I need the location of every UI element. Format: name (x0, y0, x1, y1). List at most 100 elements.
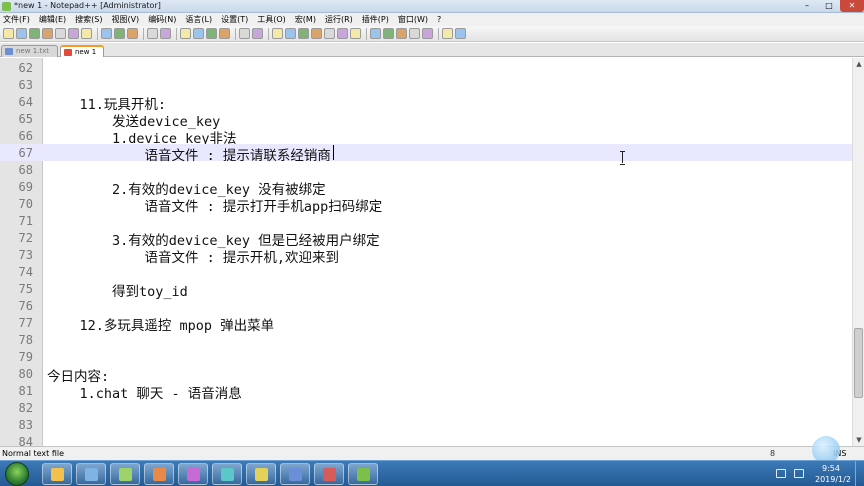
line-number: 76 (18, 299, 33, 313)
editor-line[interactable]: 68 (0, 161, 852, 178)
editor-line[interactable]: 84 (0, 433, 852, 446)
clock-date[interactable]: 2019/1/2 (815, 475, 851, 484)
menu-run[interactable]: 运行(R) (325, 14, 353, 25)
save-all-icon[interactable] (42, 28, 53, 39)
taskbar-app-5[interactable] (178, 463, 208, 485)
app-icon (255, 468, 268, 481)
menu-view[interactable]: 视图(V) (111, 14, 139, 25)
scroll-down-icon[interactable]: ▼ (853, 434, 864, 446)
open-file-icon[interactable] (16, 28, 27, 39)
udl-icon[interactable] (311, 28, 322, 39)
tab-label: new 1 (75, 48, 97, 56)
menu-encoding[interactable]: 编码(N) (148, 14, 176, 25)
editor-line[interactable]: 74 (0, 263, 852, 280)
editor-line[interactable]: 82 (0, 399, 852, 416)
scrollbar-thumb[interactable] (854, 328, 863, 398)
scroll-up-icon[interactable]: ▲ (853, 58, 864, 70)
cut-icon[interactable] (101, 28, 112, 39)
close-icon[interactable] (55, 28, 66, 39)
tab-new-1-txt[interactable]: new 1.txt (1, 45, 58, 57)
editor-line[interactable]: 80 今日内容: (0, 365, 852, 385)
menu-help[interactable]: ? (437, 15, 441, 24)
taskbar-app-9[interactable] (314, 463, 344, 485)
maximize-button[interactable]: □ (818, 0, 840, 12)
folder-icon[interactable] (350, 28, 361, 39)
taskbar-app-6[interactable] (212, 463, 242, 485)
editor-line[interactable]: 75 得到toy_id (0, 280, 852, 300)
line-number: 78 (18, 333, 33, 347)
volume-icon[interactable] (794, 469, 804, 478)
editor-line[interactable]: 66 1.device_key非法 (0, 127, 852, 147)
editor-line[interactable]: 69 2.有效的device_key 没有被绑定 (0, 178, 852, 198)
zoom-out-icon[interactable] (219, 28, 230, 39)
taskbar-app-4[interactable] (144, 463, 174, 485)
replace-icon[interactable] (193, 28, 204, 39)
editor-line[interactable]: 76 (0, 297, 852, 314)
redo-icon[interactable] (160, 28, 171, 39)
editor-line[interactable]: 63 (0, 76, 852, 93)
menu-macro[interactable]: 宏(M) (295, 14, 316, 25)
editor-line[interactable]: 65 发送device_key (0, 110, 852, 130)
taskbar-app-7[interactable] (246, 463, 276, 485)
editor-line[interactable]: 72 3.有效的device_key 但是已经被用户绑定 (0, 229, 852, 249)
paste-icon[interactable] (127, 28, 138, 39)
menu-language[interactable]: 语言(L) (185, 14, 212, 25)
taskbar-explorer[interactable] (42, 463, 72, 485)
new-file-icon[interactable] (3, 28, 14, 39)
editor-line[interactable]: 83 (0, 416, 852, 433)
taskbar-app-8[interactable] (280, 463, 310, 485)
vertical-scrollbar[interactable]: ▲ ▼ (852, 58, 864, 446)
menu-plugins[interactable]: 插件(P) (362, 14, 389, 25)
menu-search[interactable]: 搜索(S) (75, 14, 102, 25)
taskbar-notepadpp[interactable] (348, 463, 378, 485)
editor-line[interactable]: 78 (0, 331, 852, 348)
menu-settings[interactable]: 设置(T) (221, 14, 248, 25)
network-icon[interactable] (776, 469, 786, 478)
editor-line[interactable]: 71 (0, 212, 852, 229)
save-macro-icon[interactable] (442, 28, 453, 39)
function-list-icon[interactable] (337, 28, 348, 39)
zoom-in-icon[interactable] (206, 28, 217, 39)
stop-icon[interactable] (396, 28, 407, 39)
menu-tools[interactable]: 工具(O) (257, 14, 286, 25)
taskbar-app-3[interactable] (110, 463, 140, 485)
taskbar-app-2[interactable] (76, 463, 106, 485)
menu-window[interactable]: 窗口(W) (398, 14, 428, 25)
line-number: 63 (18, 78, 33, 92)
minimize-button[interactable]: – (796, 0, 818, 12)
editor-line[interactable]: 62 (0, 59, 852, 76)
editor-line[interactable]: 67 语音文件 : 提示请联系经销商 (0, 144, 852, 164)
record-icon[interactable] (383, 28, 394, 39)
tab-new-1[interactable]: new 1 (60, 45, 104, 57)
line-number: 84 (18, 435, 33, 446)
editor-line[interactable]: 81 1.chat 聊天 - 语音消息 (0, 382, 852, 402)
print-icon[interactable] (81, 28, 92, 39)
doc-map-icon[interactable] (324, 28, 335, 39)
copy-icon[interactable] (114, 28, 125, 39)
show-all-icon[interactable] (285, 28, 296, 39)
editor-line[interactable]: 70 语音文件 : 提示打开手机app扫码绑定 (0, 195, 852, 215)
menu-file[interactable]: 文件(F) (3, 14, 30, 25)
editor-line[interactable]: 77 12.多玩具遥控 mpop 弹出菜单 (0, 314, 852, 334)
undo-icon[interactable] (147, 28, 158, 39)
word-wrap-icon[interactable] (272, 28, 283, 39)
menu-edit[interactable]: 编辑(E) (39, 14, 66, 25)
editor-line[interactable]: 64 11.玩具开机: (0, 93, 852, 113)
find-icon[interactable] (180, 28, 191, 39)
save-icon[interactable] (29, 28, 40, 39)
clock-time[interactable]: 9:54 (822, 464, 840, 473)
text-editor[interactable]: 62 63 64 11.玩具开机: 65 发送device_key 66 1.devic… (0, 58, 852, 446)
show-desktop-button[interactable] (855, 461, 864, 486)
monitor-icon[interactable] (370, 28, 381, 39)
editor-line[interactable]: 73 语音文件 : 提示开机,欢迎来到 (0, 246, 852, 266)
play-icon[interactable] (409, 28, 420, 39)
editor-line[interactable]: 79 (0, 348, 852, 365)
close-all-icon[interactable] (68, 28, 79, 39)
spell-check-icon[interactable] (455, 28, 466, 39)
sync-h-icon[interactable] (252, 28, 263, 39)
sync-v-icon[interactable] (239, 28, 250, 39)
play-multi-icon[interactable] (422, 28, 433, 39)
start-button-icon[interactable] (5, 462, 29, 486)
close-button[interactable]: ✕ (840, 0, 864, 12)
indent-guide-icon[interactable] (298, 28, 309, 39)
